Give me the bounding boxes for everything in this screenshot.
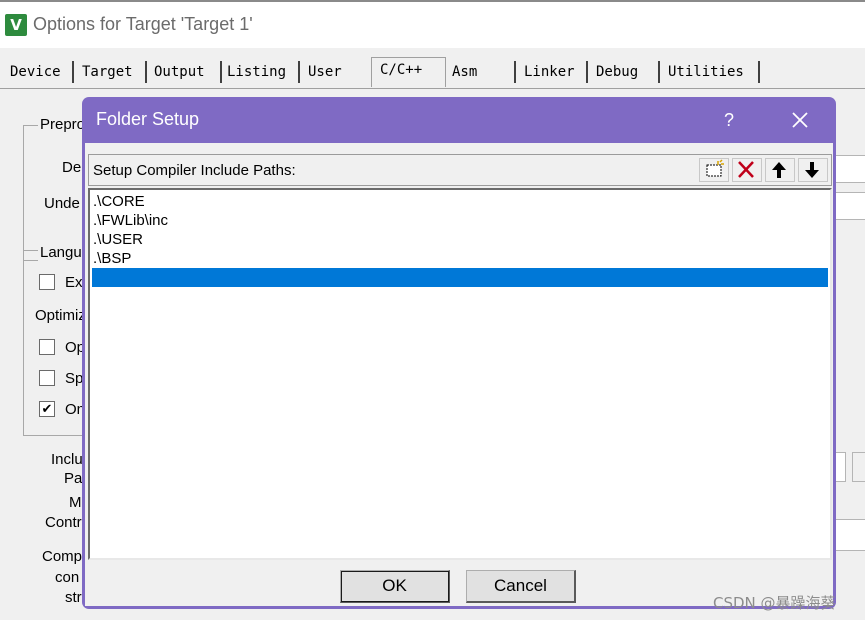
dialog-title: Folder Setup <box>96 109 200 129</box>
move-down-icon <box>805 162 819 178</box>
tab-listing[interactable]: Listing <box>223 61 300 83</box>
control-label: con <box>55 569 80 586</box>
window-title: Options for Target 'Target 1' <box>33 14 253 34</box>
execute-only-label: Ex <box>65 274 83 291</box>
string-label: str <box>65 589 82 606</box>
delete-button[interactable] <box>732 158 762 182</box>
move-up-icon <box>772 162 786 178</box>
list-item[interactable]: .\FWLib\inc <box>92 211 828 230</box>
tab-asm[interactable]: Asm <box>448 61 516 83</box>
tab-target[interactable]: Target <box>78 61 147 83</box>
tab-user[interactable]: User <box>304 61 372 83</box>
tab-output[interactable]: Output <box>150 61 222 83</box>
split-sections-label: Sp <box>65 370 84 387</box>
tab-c-cpp[interactable]: C/C++ <box>371 57 446 87</box>
undefine-label: Unde <box>44 195 80 212</box>
keil-app-icon: V <box>5 14 27 36</box>
one-elf-checkbox[interactable]: ✔ <box>39 401 55 417</box>
close-icon <box>792 112 808 128</box>
list-item[interactable]: .\CORE <box>92 192 828 211</box>
move-down-button[interactable] <box>798 158 828 182</box>
tab-strip: Device Target Output Listing User C/C++ … <box>0 48 865 90</box>
compiler-label: Comp <box>42 548 83 565</box>
tab-device[interactable]: Device <box>6 61 74 83</box>
undefine-field[interactable] <box>832 192 865 220</box>
csdn-watermark: CSDN @暴躁海葵 <box>713 594 836 612</box>
new-folder-button[interactable] <box>699 158 729 182</box>
tab-utilities[interactable]: Utilities <box>664 61 760 83</box>
cancel-button[interactable]: Cancel <box>466 570 576 603</box>
include-paths-header: Setup Compiler Include Paths: <box>93 162 296 179</box>
new-folder-icon <box>706 159 724 177</box>
language-label: Langu <box>38 244 84 261</box>
misc-label: M <box>69 494 82 511</box>
help-button[interactable]: ? <box>716 107 742 133</box>
list-header: Setup Compiler Include Paths: <box>88 154 832 186</box>
include-label: Inclu <box>51 451 83 468</box>
tab-linker[interactable]: Linker <box>520 61 588 83</box>
optimize-checkbox[interactable] <box>39 339 55 355</box>
list-item-new-entry[interactable] <box>92 268 828 287</box>
execute-only-checkbox[interactable] <box>39 274 55 290</box>
folder-setup-dialog: Folder Setup ? Setup Compiler Include Pa… <box>82 97 836 609</box>
close-button[interactable] <box>784 105 814 135</box>
ok-button[interactable]: OK <box>340 570 450 603</box>
tab-debug[interactable]: Debug <box>592 61 660 83</box>
define-label: De <box>62 159 82 176</box>
optimization-label: Optimiz <box>35 307 86 324</box>
preprocessor-group <box>23 125 84 261</box>
list-item[interactable]: .\USER <box>92 230 828 249</box>
dialog-client-area: Setup Compiler Include Paths: .\CORE .\F… <box>85 143 833 606</box>
split-sections-checkbox[interactable] <box>39 370 55 386</box>
define-field[interactable] <box>832 155 865 183</box>
delete-icon <box>738 161 754 178</box>
list-item[interactable]: .\BSP <box>92 249 828 268</box>
include-paths-list[interactable]: .\CORE .\FWLib\inc .\USER .\BSP <box>88 188 832 560</box>
window-titlebar: V Options for Target 'Target 1' <box>0 2 865 48</box>
include-browse-button[interactable] <box>852 452 865 482</box>
move-up-button[interactable] <box>765 158 795 182</box>
paths-label: Pa <box>64 470 83 487</box>
preprocessor-label: Prepro <box>38 116 88 133</box>
compiler-control-field <box>832 519 865 551</box>
controls-label: Contr <box>45 514 82 531</box>
